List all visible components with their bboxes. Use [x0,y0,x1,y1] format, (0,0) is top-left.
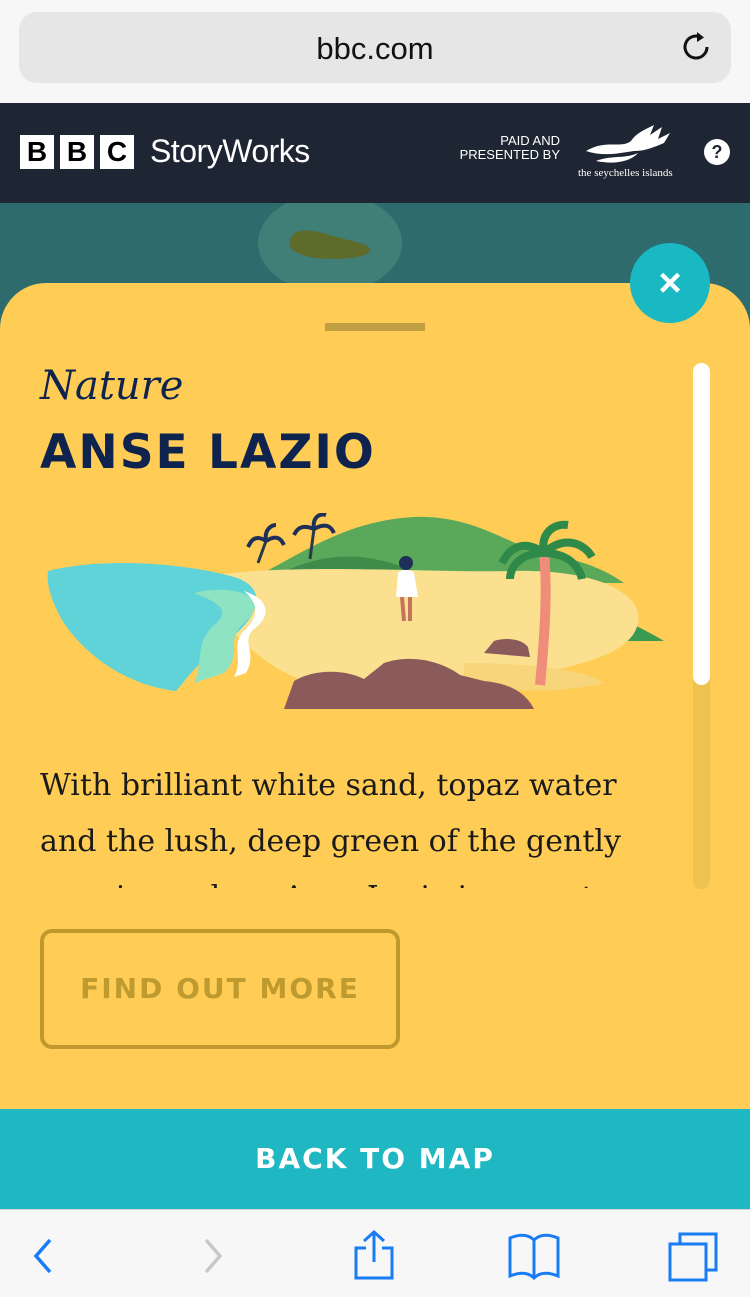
beach-illustration [47,513,664,709]
url-text: bbc.com [316,31,434,66]
url-bar[interactable]: bbc.com [19,12,731,83]
browser-address-area: bbc.com [0,0,750,103]
scrollbar-track[interactable] [693,363,710,889]
sponsor-name: the seychelles islands [578,167,673,179]
sponsor-disclosure: PAID AND PRESENTED BY [460,134,560,162]
browser-toolbar [0,1209,750,1297]
drag-handle[interactable] [325,323,425,331]
sponsor-line: PAID AND [500,133,560,148]
help-icon[interactable]: ? [704,139,730,165]
bbc-logo[interactable]: B B C [20,135,134,169]
storyworks-wordmark: StoryWorks [150,133,310,169]
sponsor-line: PRESENTED BY [459,147,560,162]
location-card: Nature ANSE LAZIO With brilliant white s… [0,283,750,1109]
bookmarks-icon[interactable] [506,1228,562,1284]
scrollbar-thumb[interactable] [693,363,710,685]
category-label: Nature [40,363,184,409]
description-viewport[interactable]: With brilliant white sand, topaz water a… [40,758,640,888]
site-header: B B C StoryWorks PAID AND PRESENTED BY t… [0,103,750,203]
reload-icon[interactable] [679,29,715,65]
share-icon[interactable] [346,1228,402,1284]
bbc-logo-letter: B [60,135,94,169]
close-icon[interactable]: × [630,243,710,323]
forward-icon[interactable] [184,1228,240,1284]
find-out-more-button[interactable]: FIND OUT MORE [40,929,400,1049]
bbc-logo-letter: C [100,135,134,169]
back-icon[interactable] [16,1228,72,1284]
bbc-logo-letter: B [20,135,54,169]
tabs-icon[interactable] [666,1228,722,1284]
location-description: With brilliant white sand, topaz water a… [40,768,621,888]
location-title: ANSE LAZIO [40,425,376,480]
back-to-map-button[interactable]: BACK TO MAP [0,1109,750,1209]
